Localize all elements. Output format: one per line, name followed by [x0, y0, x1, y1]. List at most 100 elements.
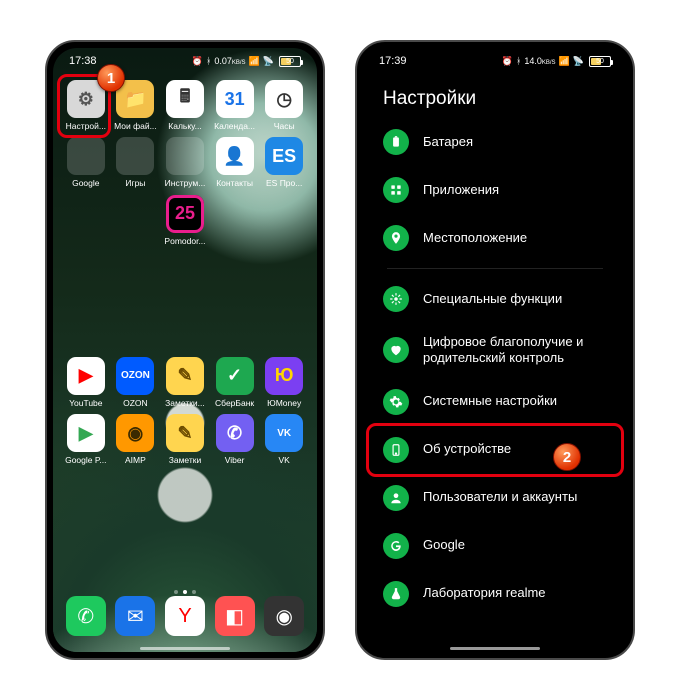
- alarm-icon: ⏰: [502, 56, 513, 67]
- status-bar: 17:39 ⏰ ᚼ 14.0KB/S 📶 📡 50: [363, 48, 627, 74]
- status-time: 17:39: [379, 55, 407, 67]
- wifi-icon: 📡: [263, 56, 274, 67]
- phone-right: 17:39 ⏰ ᚼ 14.0KB/S 📶 📡 50 Настройки Бата…: [355, 40, 635, 660]
- app-label: ЮMoney: [259, 399, 309, 408]
- nav-home-handle[interactable]: [140, 647, 230, 650]
- page-indicator[interactable]: [53, 590, 317, 594]
- app-folder-google[interactable]: Google: [62, 137, 110, 188]
- app-folder-games[interactable]: Игры: [111, 137, 159, 188]
- battery-icon: 50: [589, 56, 611, 67]
- settings-label: Системные настройки: [423, 393, 607, 409]
- nav-home-handle[interactable]: [450, 647, 540, 650]
- phone-left: 17:38 ⏰ ᚼ 0.07KB/S 📶 📡 50 ⚙Настрой...📁Мо…: [45, 40, 325, 660]
- phone-icon: [383, 437, 409, 463]
- settings-row-about[interactable]: Об устройстве: [369, 426, 621, 474]
- flask-icon: [383, 581, 409, 607]
- callout-badge-1: 1: [97, 64, 125, 92]
- settings-row-google[interactable]: Google: [369, 522, 621, 570]
- app-aimp[interactable]: ◉AIMP: [111, 414, 159, 465]
- status-bar: 17:38 ⏰ ᚼ 0.07KB/S 📶 📡 50: [53, 48, 317, 74]
- app-icon: ✎: [166, 357, 204, 395]
- star-icon: [383, 286, 409, 312]
- app-notes2[interactable]: ✎Заметки: [161, 414, 209, 465]
- app-icon: 31: [216, 80, 254, 118]
- app-notes[interactable]: ✎ Заметки...: [161, 357, 209, 408]
- app-icon: ✎: [166, 414, 204, 452]
- app-label: YouTube: [61, 399, 111, 408]
- settings-row-system[interactable]: Системные настройки: [369, 378, 621, 426]
- settings-label: Батарея: [423, 134, 607, 150]
- app-viber[interactable]: ✆ Viber: [211, 414, 259, 465]
- app-youtube[interactable]: ▶ YouTube: [62, 357, 110, 408]
- app-icon: Ю: [265, 357, 303, 395]
- home-screen[interactable]: 17:38 ⏰ ᚼ 0.07KB/S 📶 📡 50 ⚙Настрой...📁Мо…: [53, 48, 317, 652]
- status-net-speed: 0.07KB/S: [214, 56, 245, 66]
- app-icon: ▶: [67, 414, 105, 452]
- home-grid[interactable]: ⚙Настрой...📁Мои фай...🖩Кальку...31Календ…: [53, 74, 317, 465]
- wifi-icon: 📡: [573, 56, 584, 67]
- app-label: Заметки...: [160, 399, 210, 408]
- settings-label: Специальные функции: [423, 291, 607, 307]
- app-icon: ✆: [216, 414, 254, 452]
- settings-row-location[interactable]: Местоположение: [369, 214, 621, 262]
- app-label: ES Про...: [259, 179, 309, 188]
- app-label: Google: [61, 179, 111, 188]
- app-icon: ES: [265, 137, 303, 175]
- app-label: Viber: [210, 456, 260, 465]
- app-icon: ◷: [265, 80, 303, 118]
- app-label: VK: [259, 456, 309, 465]
- settings-row-apps[interactable]: Приложения: [369, 166, 621, 214]
- alarm-icon: ⏰: [192, 56, 203, 67]
- folder-icon: [166, 137, 204, 175]
- dock-camera[interactable]: ◉: [264, 596, 304, 636]
- app-label: Кальку...: [160, 122, 210, 131]
- settings-label: Местоположение: [423, 230, 607, 246]
- app-ozon[interactable]: OZONOZON: [111, 357, 159, 408]
- grid-icon: [383, 177, 409, 203]
- divider: [387, 268, 603, 269]
- battery-icon: [383, 129, 409, 155]
- settings-row-realme-lab[interactable]: Лаборатория realme: [369, 570, 621, 618]
- settings-screen[interactable]: 17:39 ⏰ ᚼ 14.0KB/S 📶 📡 50 Настройки Бата…: [363, 48, 627, 652]
- app-pomodoro[interactable]: 25Pomodor...: [161, 195, 209, 253]
- bluetooth-icon: ᚼ: [206, 56, 211, 66]
- app-sberbank[interactable]: ✓СберБанк: [211, 357, 259, 408]
- settings-row-users[interactable]: Пользователи и аккаунты: [369, 474, 621, 522]
- app-label: Игры: [110, 179, 160, 188]
- app-es-explorer[interactable]: ES ES Про...: [260, 137, 308, 188]
- app-icon: VK: [265, 414, 303, 452]
- settings-list[interactable]: Батарея Приложения Местоположение Специальн…: [363, 118, 627, 618]
- app-icon: ◉: [116, 414, 154, 452]
- app-label: Контакты: [210, 179, 260, 188]
- callout-badge-2: 2: [553, 443, 581, 471]
- dock-messages[interactable]: ✉: [115, 596, 155, 636]
- app-icon: 25: [166, 195, 204, 233]
- heart-icon: [383, 337, 409, 363]
- app-yoomoney[interactable]: Ю ЮMoney: [260, 357, 308, 408]
- app-icon: ▶: [67, 357, 105, 395]
- settings-row-special[interactable]: Специальные функции: [369, 275, 621, 323]
- status-time: 17:38: [69, 55, 97, 67]
- settings-label: Цифровое благополучие и родительский кон…: [423, 334, 607, 367]
- app-clock[interactable]: ◷ Часы: [260, 80, 308, 131]
- signal-icon: 📶: [559, 56, 570, 67]
- settings-row-wellbeing[interactable]: Цифровое благополучие и родительский кон…: [369, 323, 621, 378]
- dock-gallery[interactable]: ◧: [215, 596, 255, 636]
- settings-row-battery[interactable]: Батарея: [369, 118, 621, 166]
- app-label: Часы: [259, 122, 309, 131]
- dock[interactable]: ✆✉Y◧◉: [53, 596, 317, 644]
- status-net-speed: 14.0KB/S: [524, 56, 555, 66]
- dock-yandex[interactable]: Y: [165, 596, 205, 636]
- app-calendar[interactable]: 31Календа...: [211, 80, 259, 131]
- pin-icon: [383, 225, 409, 251]
- app-label: OZON: [110, 399, 160, 408]
- dock-phone[interactable]: ✆: [66, 596, 106, 636]
- app-calc[interactable]: 🖩Кальку...: [161, 80, 209, 131]
- app-googleplay[interactable]: ▶Google P...: [62, 414, 110, 465]
- settings-label: Пользователи и аккаунты: [423, 489, 607, 505]
- app-contacts[interactable]: 👤Контакты: [211, 137, 259, 188]
- app-vk[interactable]: VK VK: [260, 414, 308, 465]
- google-icon: [383, 533, 409, 559]
- app-folder-tools[interactable]: Инструм...: [161, 137, 209, 188]
- app-label: СберБанк: [210, 399, 260, 408]
